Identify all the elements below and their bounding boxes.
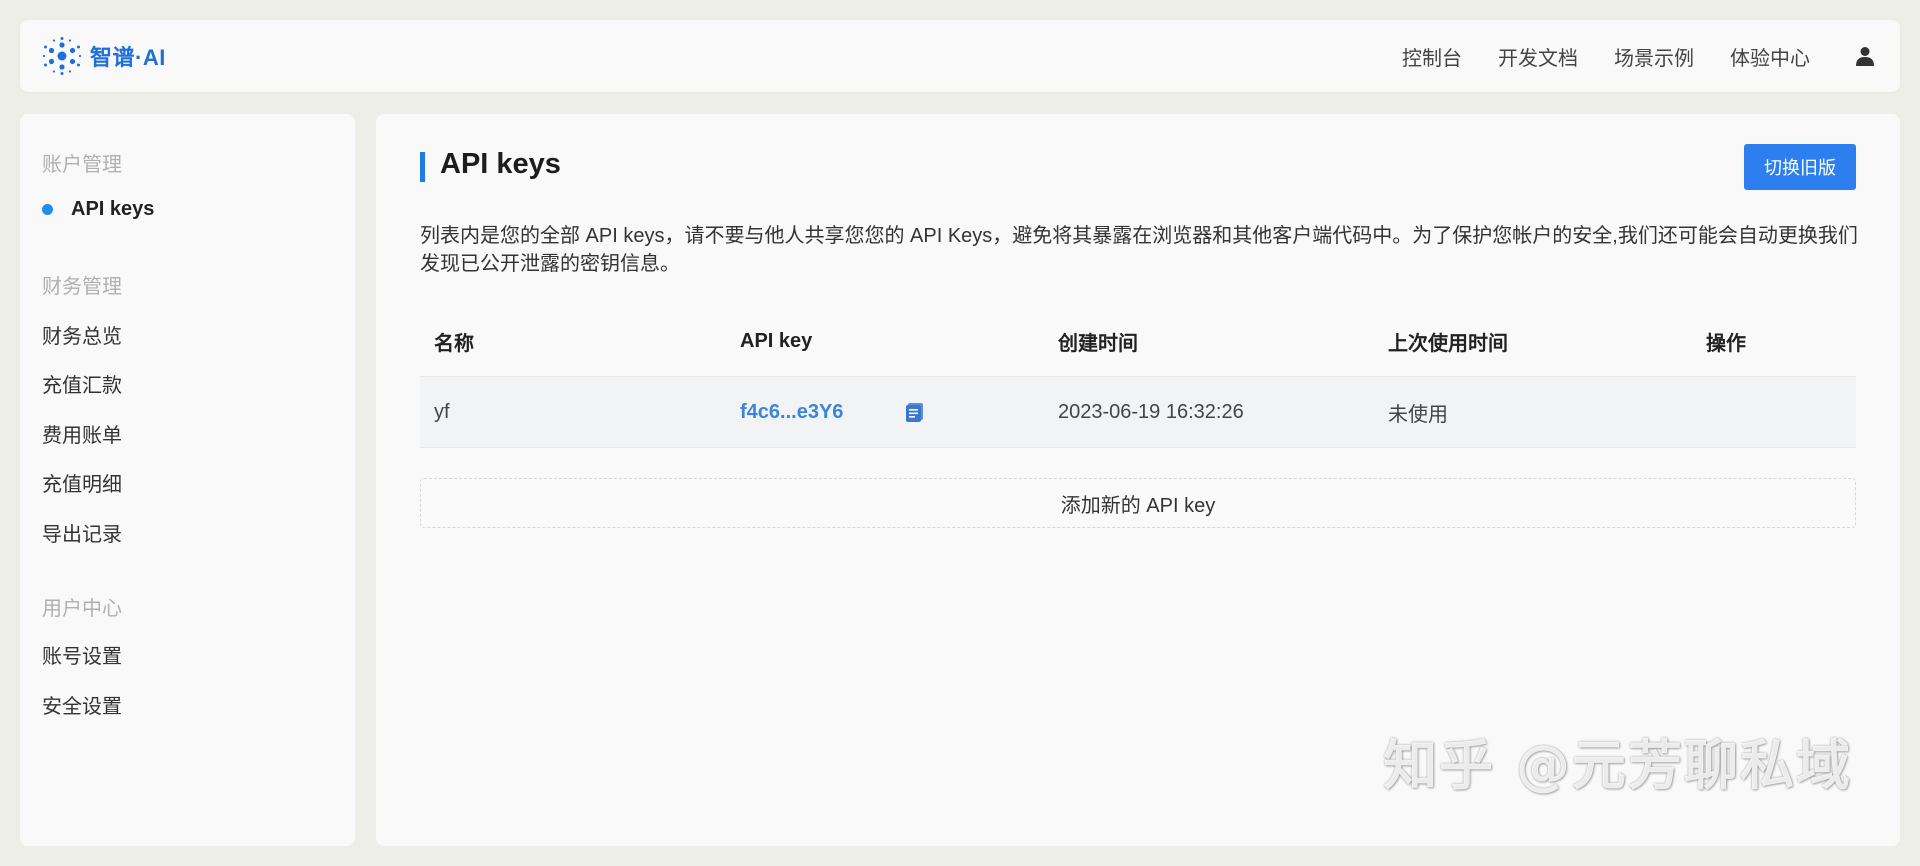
logo-text: 智谱·AI bbox=[90, 45, 166, 70]
cell-last-used: 未使用 bbox=[1388, 403, 1448, 426]
active-indicator-dot bbox=[42, 204, 53, 215]
nav-console[interactable]: 控制台 bbox=[1402, 42, 1462, 71]
title-accent-bar bbox=[420, 152, 425, 182]
sidebar-item-bills[interactable]: 费用账单 bbox=[42, 419, 122, 448]
sidebar-group-finance: 财务管理 bbox=[42, 276, 122, 298]
nav-docs[interactable]: 开发文档 bbox=[1498, 42, 1578, 71]
table-header: 名称 API key 创建时间 上次使用时间 操作 bbox=[420, 306, 1856, 377]
watermark: 知乎 @元芳聊私域 bbox=[1383, 734, 1852, 797]
cell-name: yf bbox=[434, 400, 450, 423]
nav-playground[interactable]: 体验中心 bbox=[1730, 42, 1810, 71]
logo[interactable]: 智谱·AI bbox=[42, 36, 166, 76]
col-header-last-used: 上次使用时间 bbox=[1388, 332, 1508, 355]
switch-old-version-button[interactable]: 切换旧版 bbox=[1744, 144, 1856, 190]
api-keys-table: 名称 API key 创建时间 上次使用时间 操作 yf f4c6...e3Y6 bbox=[420, 306, 1856, 448]
api-key-value[interactable]: f4c6...e3Y6 bbox=[740, 401, 904, 424]
sidebar-group-user-center: 用户中心 bbox=[42, 598, 122, 620]
col-header-action: 操作 bbox=[1706, 332, 1746, 355]
sidebar-item-remittance[interactable]: 充值汇款 bbox=[42, 369, 122, 398]
sidebar-group-account: 账户管理 bbox=[42, 154, 122, 176]
sidebar-item-security-settings[interactable]: 安全设置 bbox=[42, 690, 122, 719]
add-api-key-button[interactable]: 添加新的 API key bbox=[420, 478, 1856, 528]
sidebar-item-label: API keys bbox=[71, 198, 155, 220]
user-icon[interactable] bbox=[1854, 45, 1876, 67]
table-row: yf f4c6...e3Y6 2023-06-19 16:32:26 未使用 bbox=[420, 377, 1856, 448]
col-header-created: 创建时间 bbox=[1058, 332, 1138, 355]
cell-api-key: f4c6...e3Y6 bbox=[740, 401, 1058, 424]
sidebar-item-account-settings[interactable]: 账号设置 bbox=[42, 640, 122, 669]
col-header-name: 名称 bbox=[434, 332, 474, 355]
sidebar: 账户管理 API keys 财务管理 财务总览 充值汇款 费用账单 充值明细 导… bbox=[20, 114, 355, 846]
top-nav: 控制台 开发文档 场景示例 体验中心 bbox=[1366, 20, 1876, 92]
col-header-api-key: API key bbox=[740, 329, 813, 352]
sidebar-item-api-keys[interactable]: API keys bbox=[42, 198, 154, 221]
nav-examples[interactable]: 场景示例 bbox=[1614, 42, 1694, 71]
top-header: 智谱·AI 控制台 开发文档 场景示例 体验中心 bbox=[20, 20, 1900, 92]
page-title: API keys bbox=[440, 148, 561, 180]
page-description: 列表内是您的全部 API keys，请不要与他人共享您您的 API Keys，避… bbox=[420, 225, 1858, 275]
sidebar-item-export-records[interactable]: 导出记录 bbox=[42, 518, 122, 547]
sidebar-item-finance-overview[interactable]: 财务总览 bbox=[42, 320, 122, 349]
zhipu-logo-icon bbox=[42, 37, 82, 75]
sidebar-item-recharge-details[interactable]: 充值明细 bbox=[42, 468, 122, 497]
copy-icon[interactable] bbox=[904, 401, 926, 423]
main-panel: API keys 切换旧版 列表内是您的全部 API keys，请不要与他人共享… bbox=[376, 114, 1900, 846]
cell-created-time: 2023-06-19 16:32:26 bbox=[1058, 400, 1244, 423]
